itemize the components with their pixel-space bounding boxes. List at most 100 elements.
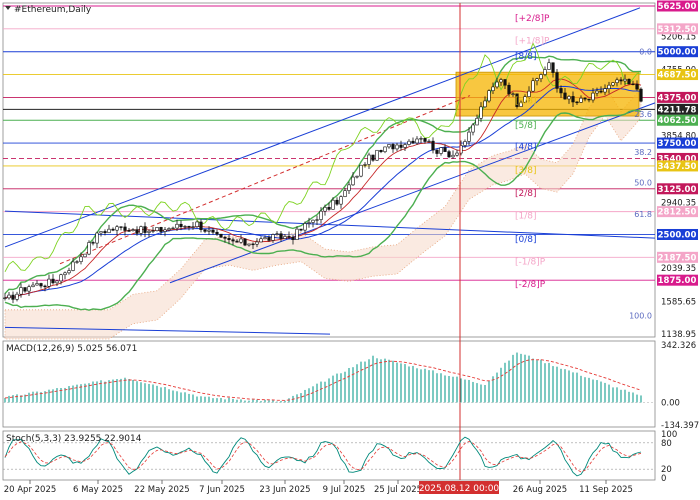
candle-body (123, 226, 127, 231)
murrey-label: [8/8] (515, 52, 537, 62)
candle-body (579, 97, 583, 103)
candle-body (479, 106, 483, 119)
candle-body (471, 124, 475, 133)
candle-body (111, 228, 115, 231)
candle-body (371, 154, 375, 161)
candle-body (243, 238, 247, 246)
level-price-label: 4375.00 (658, 93, 697, 103)
candle-body (187, 225, 191, 228)
murrey-label: [2/8] (515, 189, 537, 199)
candle-body (7, 294, 11, 299)
candle-body (255, 241, 259, 245)
candle-body (423, 138, 427, 142)
candle-body (287, 236, 291, 238)
candle-body (91, 242, 95, 244)
candle-body (119, 226, 123, 228)
candle-body (51, 278, 55, 284)
candle-body (39, 283, 43, 287)
candle-body (251, 243, 255, 246)
macd-tick-label: 0.00 (661, 398, 680, 408)
candle-body (391, 144, 395, 150)
candle-body (347, 184, 351, 191)
murrey-label: [3/8] (515, 166, 537, 176)
candle-body (79, 256, 83, 262)
candle-body (275, 233, 279, 235)
symbol-title: #Ethereum,Daily (14, 5, 92, 15)
candle-body (491, 86, 495, 91)
candle-body (135, 229, 139, 234)
level-price-label: 4687.50 (658, 71, 697, 81)
candle-body (167, 228, 171, 231)
level-price-label: 2187.50 (658, 253, 697, 263)
candle-body (595, 90, 599, 94)
candle-body (155, 227, 159, 231)
price-chart: [+2/8]P [+1/8]P [8/8] [6/8] [5/8] [4/8] [3/8] [… (0, 0, 700, 500)
candle-body (547, 62, 551, 70)
candle-body (175, 223, 179, 229)
level-price-label: 5312.50 (658, 25, 697, 35)
candle-body (235, 240, 239, 243)
candle-body (379, 149, 383, 153)
candle-body (203, 229, 207, 232)
candle-body (495, 81, 499, 88)
fib-label: 23.6 (634, 110, 652, 119)
candle-body (607, 84, 611, 89)
candle-body (299, 228, 303, 231)
candle-body (115, 226, 119, 231)
candle-body (47, 278, 51, 287)
stoch-tick-label: 80 (661, 439, 672, 449)
time-tick-label: 11 Sep 2025 (579, 485, 633, 495)
candle-body (19, 287, 23, 295)
candle-body (147, 230, 151, 233)
level-price-label: 5625.00 (658, 2, 697, 12)
candle-body (75, 261, 79, 263)
candle-body (627, 78, 631, 85)
candle-body (447, 151, 451, 158)
candle-body (483, 100, 487, 108)
candle-body (311, 219, 315, 223)
candle-body (503, 79, 507, 86)
candle-body (35, 283, 39, 286)
candle-body (559, 88, 563, 94)
candle-body (451, 154, 455, 158)
candle-body (343, 190, 347, 197)
candle-body (331, 199, 335, 210)
level-price-label: 3750.00 (658, 139, 697, 149)
candle-body (43, 285, 47, 288)
candle-body (143, 226, 147, 233)
candle-body (575, 101, 579, 104)
candle-body (387, 144, 391, 148)
candle-body (407, 140, 411, 145)
candle-body (59, 274, 63, 282)
murrey-label: [1/8] (515, 211, 537, 221)
candle-body (179, 223, 183, 228)
candle-body (631, 83, 635, 86)
candle-body (411, 140, 415, 144)
time-tick-label: 26 Aug 2025 (513, 485, 567, 495)
crosshair-date-label: 2025.08.12 00:00 (419, 484, 500, 494)
level-price-label: 2812.50 (658, 208, 697, 218)
candle-body (131, 229, 135, 231)
candle-body (191, 226, 195, 228)
candle-body (267, 237, 271, 241)
candle-body (551, 62, 555, 73)
candle-body (375, 149, 379, 161)
candle-body (163, 229, 167, 232)
candle-body (151, 230, 155, 232)
candle-body (71, 261, 75, 271)
fib-label: 38.2 (634, 148, 652, 157)
candle-body (291, 236, 295, 240)
candle-body (507, 84, 511, 95)
murrey-label: [4/8] (515, 143, 537, 153)
candle-body (611, 82, 615, 86)
candle-body (367, 154, 371, 165)
candle-body (359, 164, 363, 177)
level-price-label: 4062.50 (658, 116, 697, 126)
candle-body (239, 238, 243, 243)
candle-body (599, 90, 603, 93)
candle-body (619, 79, 623, 82)
candle-body (3, 297, 7, 299)
candle-body (583, 97, 587, 100)
candle-body (295, 228, 299, 240)
fib-label: 61.8 (634, 210, 652, 219)
